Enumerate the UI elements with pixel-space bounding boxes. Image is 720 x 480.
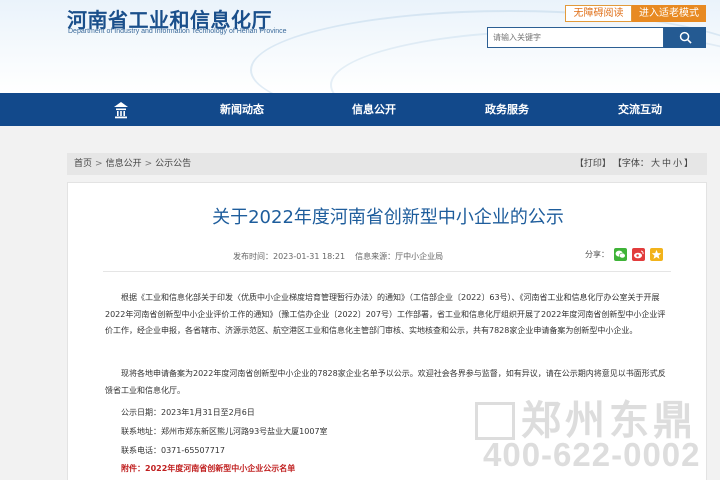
qzone-icon	[651, 249, 662, 259]
article-divider	[103, 271, 671, 272]
font-large-button[interactable]: 大	[651, 153, 660, 175]
article-meta: 发布时间：2023-01-31 18:21 信息来源：厅中小企业局	[233, 251, 443, 262]
breadcrumb-announcements[interactable]: 公示公告	[155, 153, 191, 175]
elder-mode-button[interactable]: 进入适老模式	[632, 5, 706, 22]
font-medium-button[interactable]: 中	[662, 153, 671, 175]
nav-item-gov-services[interactable]: 政务服务	[485, 93, 529, 126]
home-icon	[114, 102, 128, 119]
font-size-close: 】	[683, 159, 693, 169]
breadcrumb-separator: >	[95, 159, 103, 169]
search-button[interactable]	[664, 27, 706, 48]
nav-item-interaction[interactable]: 交流互动	[618, 93, 662, 126]
nav-item-news[interactable]: 新闻动态	[220, 93, 264, 126]
contact-phone: 联系电话：0371-65507717	[121, 446, 225, 455]
breadcrumb-bar: 首页 > 信息公开 > 公示公告 【打印】 【字体： 大 中 小 】	[67, 153, 707, 175]
search-input[interactable]	[487, 27, 664, 48]
page-tools: 【打印】 【字体： 大 中 小 】	[575, 153, 693, 175]
share-qzone-button[interactable]	[650, 248, 663, 261]
contact-address: 联系地址：郑州市郑东新区熊儿河路93号盐业大厦1007室	[121, 427, 328, 436]
attachment-link[interactable]: 附件：2022年度河南省创新型中小企业公示名单	[121, 463, 295, 474]
share-bar: 分享：	[585, 248, 663, 261]
publish-time: 发布时间：2023-01-31 18:21	[233, 252, 346, 261]
site-subtitle: Department of Industry and Information T…	[68, 28, 287, 35]
main-nav: 新闻动态 信息公开 政务服务 交流互动	[0, 93, 720, 126]
accessibility-button[interactable]: 无障碍阅读	[565, 5, 632, 22]
wechat-icon	[615, 250, 626, 259]
breadcrumb-separator: >	[144, 159, 153, 169]
font-size-label: 【字体：	[612, 159, 649, 169]
weibo-icon	[634, 250, 644, 259]
share-label: 分享：	[585, 250, 609, 259]
article-title: 关于2022年度河南省创新型中小企业的公示	[212, 207, 564, 228]
nav-item-info-disclosure[interactable]: 信息公开	[352, 93, 396, 126]
font-small-button[interactable]: 小	[673, 153, 682, 175]
breadcrumb: 首页 > 信息公开 > 公示公告	[74, 153, 191, 175]
site-header: 河南省工业和信息化厅 Department of Industry and In…	[0, 0, 720, 93]
share-wechat-button[interactable]	[614, 248, 627, 261]
article-paragraph: 根据《工业和信息化部关于印发〈优质中小企业梯度培育管理暂行办法〉的通知》（工信部…	[105, 293, 666, 335]
print-button[interactable]: 【打印】	[575, 153, 611, 175]
watermark-phone: 400-622-0002	[483, 436, 701, 473]
info-source: 信息来源：厅中小企业局	[355, 252, 444, 261]
search-icon	[679, 31, 692, 44]
breadcrumb-home[interactable]: 首页	[74, 153, 92, 175]
notice-date: 公示日期：2023年1月31日至2月6日	[121, 408, 255, 417]
share-weibo-button[interactable]	[632, 248, 645, 261]
breadcrumb-info-disclosure[interactable]: 信息公开	[106, 153, 142, 175]
nav-home[interactable]	[113, 101, 129, 119]
watermark-box-icon	[475, 402, 515, 440]
